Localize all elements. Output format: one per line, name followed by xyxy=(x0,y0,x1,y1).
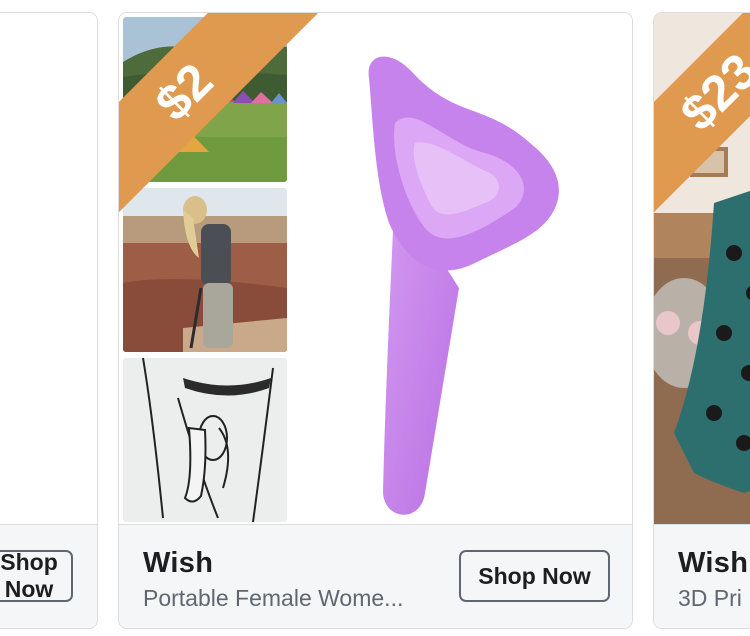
card-footer: Wish 3D Pri xyxy=(654,524,750,628)
product-description: 3D Pri xyxy=(678,585,742,611)
campsite-photo xyxy=(123,17,287,182)
product-description: Portable Female Wome... xyxy=(143,585,404,611)
brand-name: Wish xyxy=(678,547,749,579)
card-footer: Shop Now xyxy=(0,524,97,628)
card-footer: Wish Portable Female Wome... Shop Now xyxy=(119,524,632,628)
ad-card-main[interactable]: $2 Wish Portable Female Wome... Shop Now xyxy=(118,12,633,629)
room-photo xyxy=(654,13,750,527)
product-media[interactable]: $2 xyxy=(119,13,632,527)
shop-now-button[interactable]: Shop Now xyxy=(459,550,610,602)
ad-card-left[interactable]: Shop Now xyxy=(0,12,98,629)
diagram-illustration xyxy=(123,358,287,522)
brand-name: Wish xyxy=(143,547,214,579)
product-media[interactable]: $23 xyxy=(654,13,750,527)
outdoor-photo xyxy=(123,188,287,352)
shop-now-button[interactable]: Shop Now xyxy=(0,549,73,602)
product-illustration xyxy=(368,56,559,515)
ad-card-right[interactable]: $23 Wish 3D Pri xyxy=(653,12,750,629)
product-image[interactable] xyxy=(0,13,97,527)
